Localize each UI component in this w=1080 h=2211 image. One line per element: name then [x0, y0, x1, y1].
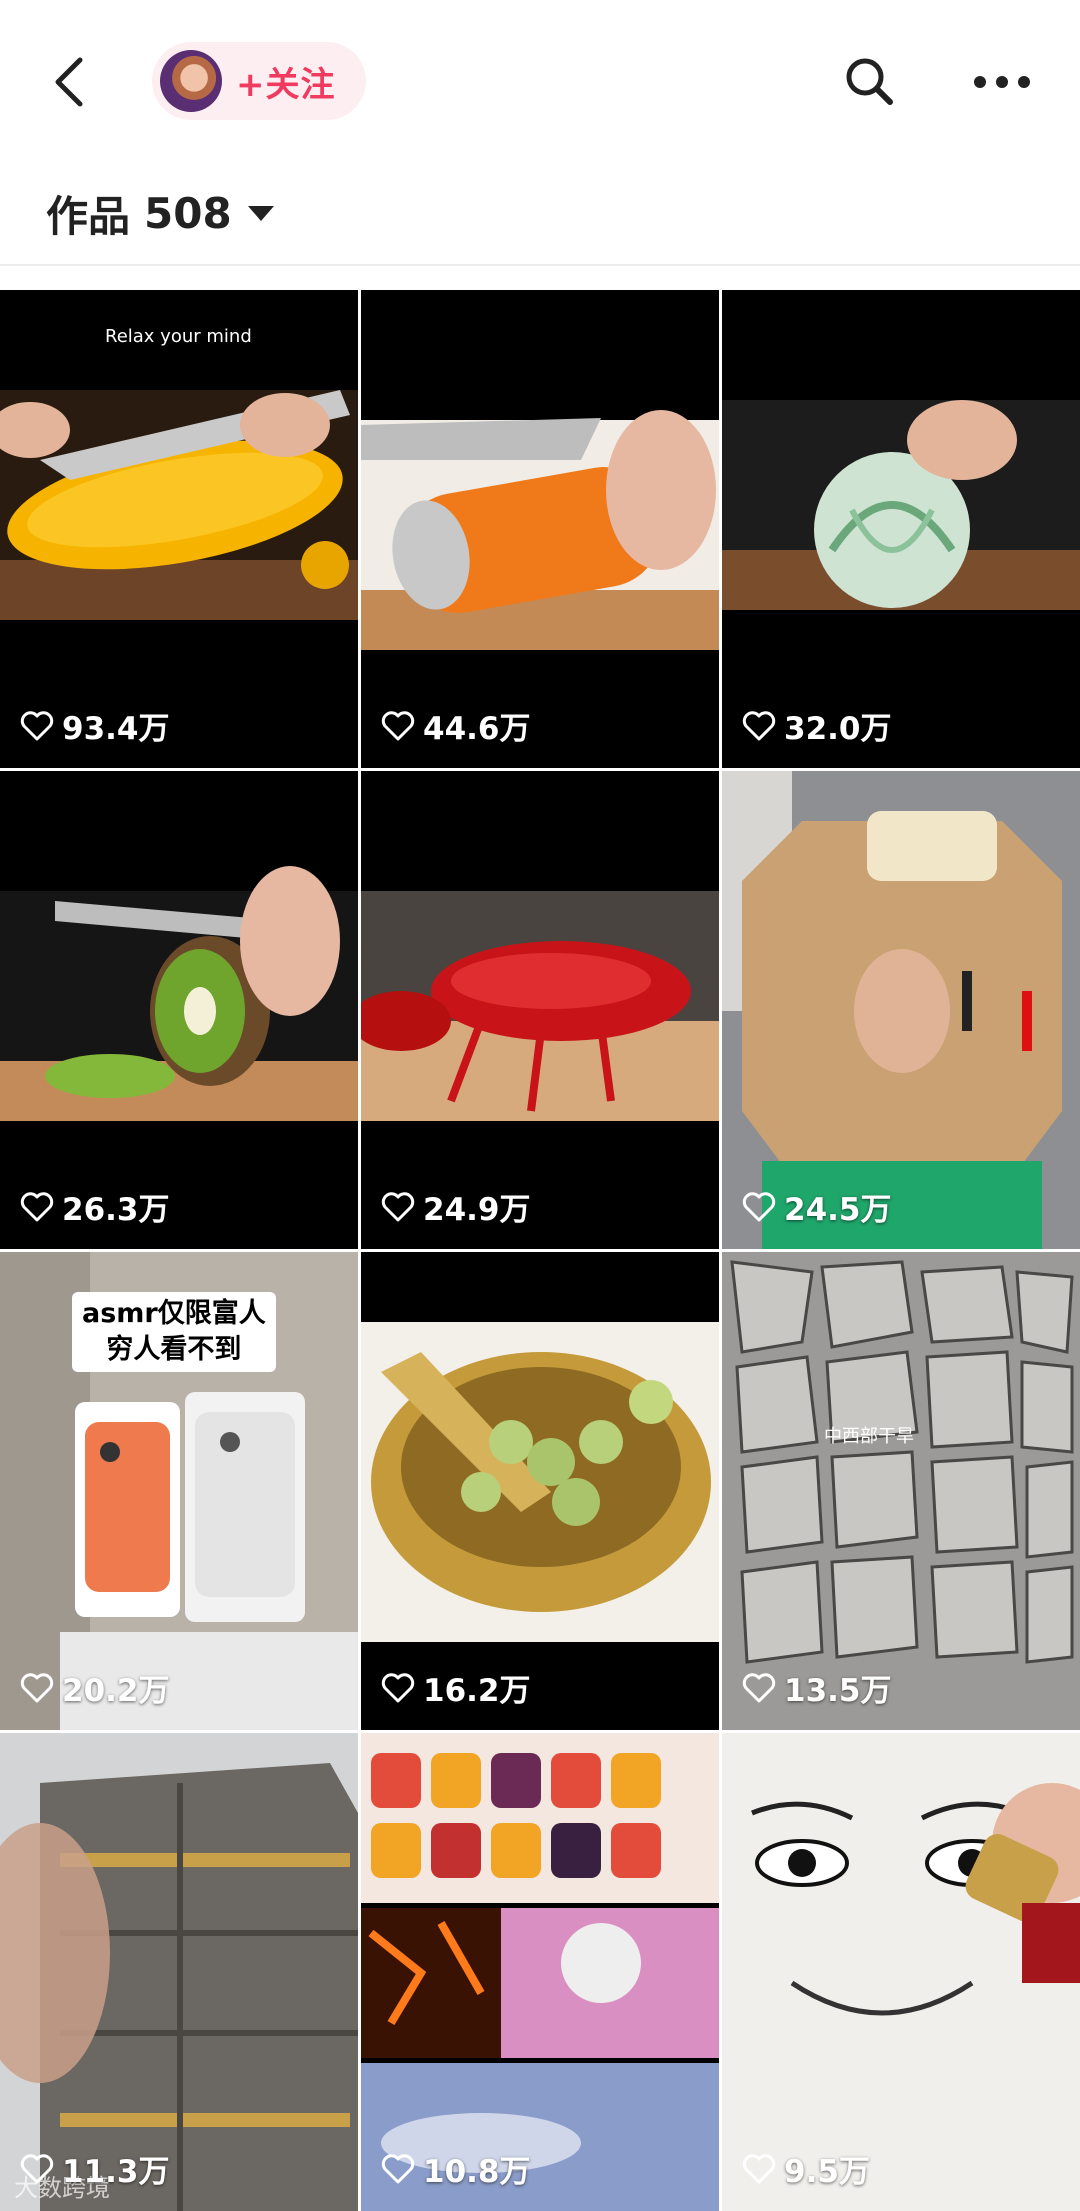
like-count-value: 13.5万 [784, 1673, 892, 1709]
video-thumbnail [361, 1252, 719, 1730]
video-tile[interactable]: asmr仅限富人 穷人看不到 20.2万 [0, 1252, 358, 1730]
video-thumbnail [361, 1733, 719, 2211]
video-tile[interactable]: 26.3万 [0, 771, 358, 1249]
caret-down-icon [247, 205, 274, 221]
video-caption: 中西部干旱 [824, 1426, 914, 1447]
like-count-value: 11.3万 [62, 2154, 170, 2190]
like-count-value: 16.2万 [423, 1673, 531, 1709]
video-thumbnail [0, 771, 358, 1249]
search-icon [846, 58, 893, 105]
like-count-value: 24.5万 [784, 1192, 892, 1228]
video-tile[interactable]: 44.6万 [361, 290, 719, 768]
like-count: 24.5万 [742, 1184, 892, 1229]
video-tile[interactable]: 9.5万 [722, 1733, 1080, 2211]
like-count: 13.5万 [742, 1665, 892, 1710]
more-horizontal-icon [974, 76, 1030, 88]
top-bar: +关注 [0, 0, 1080, 165]
like-count: 32.0万 [742, 703, 892, 748]
video-thumbnail [722, 290, 1080, 768]
video-thumbnail [722, 1252, 1080, 1730]
like-count: 26.3万 [20, 1184, 170, 1229]
video-tile[interactable]: 32.0万 [722, 290, 1080, 768]
back-button[interactable] [40, 50, 100, 114]
video-thumbnail [722, 1733, 1080, 2211]
video-tile[interactable]: 16.2万 [361, 1252, 719, 1730]
video-tile[interactable]: 大数跨境 11.3万 [0, 1733, 358, 2211]
like-count-value: 26.3万 [62, 1192, 170, 1228]
like-count: 9.5万 [742, 2146, 870, 2191]
heart-icon [20, 1191, 54, 1221]
works-count: 508 [144, 188, 232, 238]
heart-icon [381, 710, 415, 740]
works-filter[interactable]: 作品 508 [46, 178, 274, 248]
avatar[interactable] [160, 50, 222, 112]
video-caption: Relax your mind [105, 326, 252, 347]
like-count-value: 9.5万 [784, 2154, 870, 2190]
like-count-value: 93.4万 [62, 711, 170, 747]
heart-icon [20, 2153, 54, 2183]
heart-icon [381, 1191, 415, 1221]
heart-icon [381, 2153, 415, 2183]
divider [0, 264, 1080, 266]
like-count: 24.9万 [381, 1184, 531, 1229]
follow-label: +关注 [236, 64, 336, 105]
video-thumbnail [0, 290, 358, 768]
video-tile[interactable]: Relax your mind 93.4万 [0, 290, 358, 768]
search-button[interactable] [840, 52, 900, 112]
like-count-value: 20.2万 [62, 1673, 170, 1709]
like-count: 93.4万 [20, 703, 170, 748]
heart-icon [742, 1672, 776, 1702]
video-tile[interactable]: 24.5万 [722, 771, 1080, 1249]
heart-icon [20, 710, 54, 740]
more-button[interactable] [970, 52, 1034, 112]
video-tile[interactable]: 24.9万 [361, 771, 719, 1249]
video-thumbnail [361, 771, 719, 1249]
heart-icon [381, 1672, 415, 1702]
heart-icon [742, 710, 776, 740]
video-thumbnail [0, 1733, 358, 2211]
heart-icon [20, 1672, 54, 1702]
video-tile[interactable]: 10.8万 [361, 1733, 719, 2211]
sticker-line: 穷人看不到 [106, 1334, 242, 1365]
sticker-line: asmr仅限富人 [82, 1298, 266, 1329]
works-label: 作品 [46, 191, 131, 241]
heart-icon [742, 2153, 776, 2183]
like-count: 20.2万 [20, 1665, 170, 1710]
like-count-value: 24.9万 [423, 1192, 531, 1228]
like-count-value: 10.8万 [423, 2154, 531, 2190]
follow-button[interactable]: +关注 [152, 42, 366, 120]
like-count: 16.2万 [381, 1665, 531, 1710]
video-sticker: asmr仅限富人 穷人看不到 [72, 1292, 276, 1372]
video-tile[interactable]: 中西部干旱 13.5万 [722, 1252, 1080, 1730]
like-count: 10.8万 [381, 2146, 531, 2191]
heart-icon [742, 1191, 776, 1221]
like-count: 44.6万 [381, 703, 531, 748]
video-thumbnail [722, 771, 1080, 1249]
video-thumbnail [361, 290, 719, 768]
like-count-value: 44.6万 [423, 711, 531, 747]
chevron-left-icon [55, 57, 83, 107]
like-count: 11.3万 [20, 2146, 170, 2191]
like-count-value: 32.0万 [784, 711, 892, 747]
